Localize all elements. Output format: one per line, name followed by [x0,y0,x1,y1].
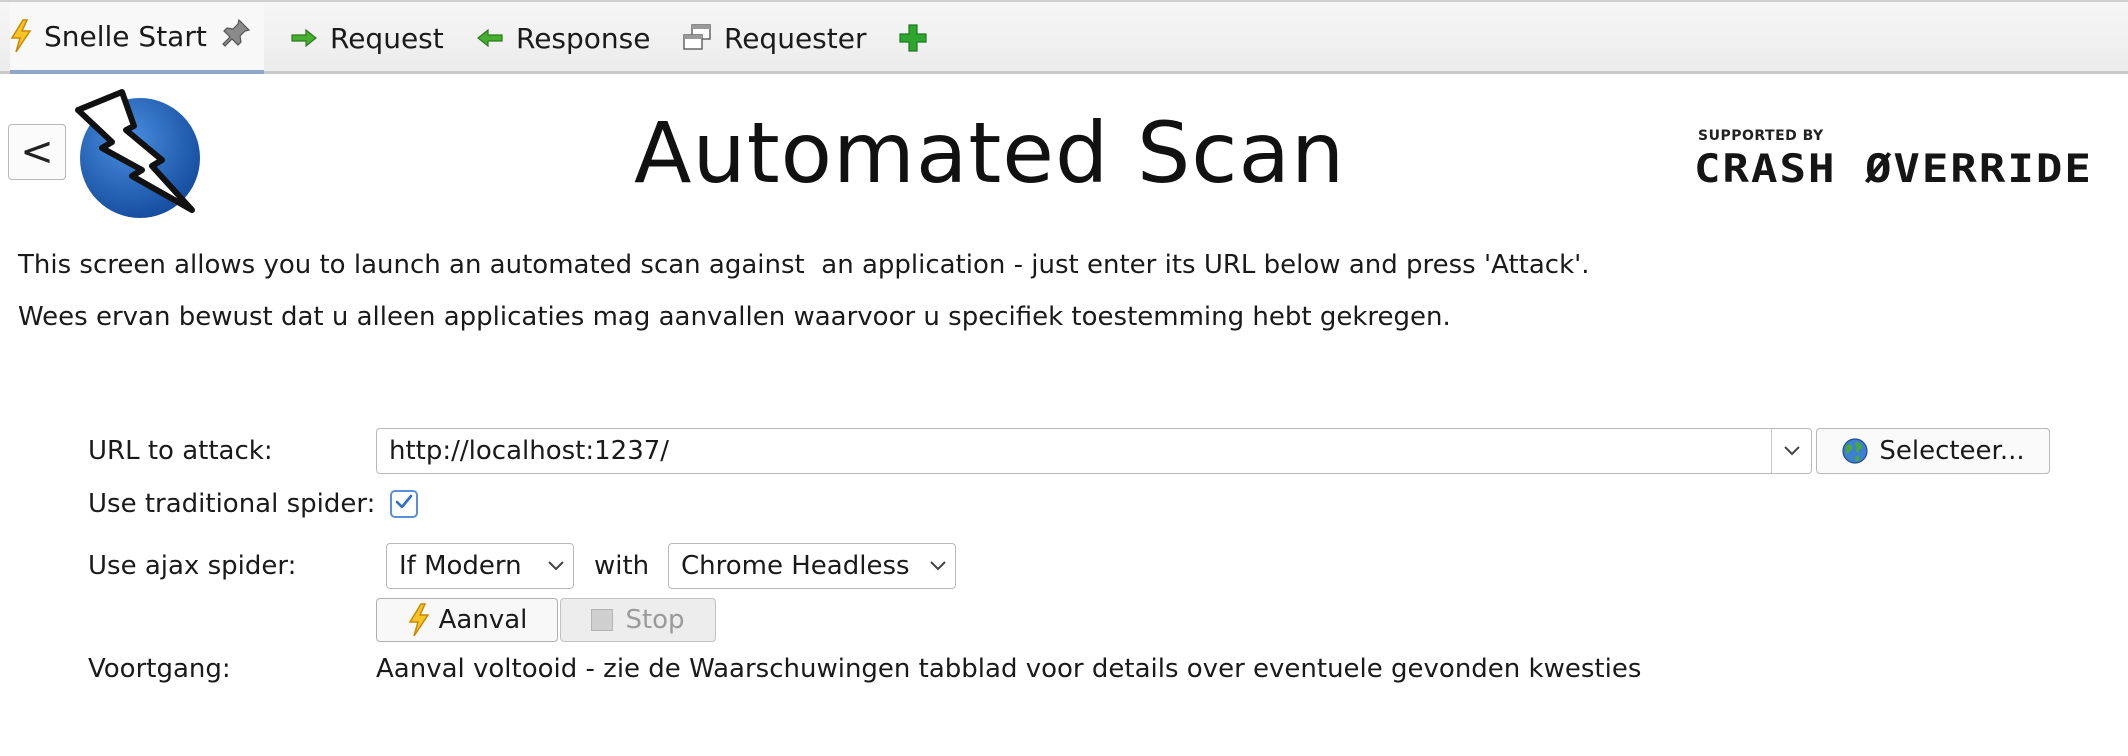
stop-icon [591,609,614,631]
arrow-left-icon [476,28,504,48]
select-label: Selecteer... [1879,436,2025,466]
tab-requester[interactable]: Requester [682,2,866,74]
chevron-down-icon [921,560,955,572]
intro-text: This screen allows you to launch an auto… [18,250,1590,280]
url-history-dropdown[interactable] [1771,429,1811,473]
url-combo [376,428,1812,474]
sponsor-logo: CRASH ØVERRIDE [1694,146,2093,192]
traditional-spider-checkbox[interactable] [390,490,418,518]
stop-label: Stop [625,605,685,635]
arrow-right-icon [290,28,318,48]
plus-icon [898,23,928,53]
attack-label: Aanval [438,605,528,635]
pin-icon[interactable] [221,18,251,55]
select-button[interactable]: Selecteer... [1816,428,2050,474]
traditional-spider-label: Use traditional spider: [88,489,376,519]
supported-by-label: SUPPORTED BY [1698,128,1824,144]
ajax-spider-label: Use ajax spider: [88,551,297,581]
page-title: Automated Scan [634,104,1346,202]
ajax-mode-value: If Modern [399,551,522,581]
progress-status: Aanval voltooid - zie de Waarschuwingen … [376,654,1642,684]
windows-icon [682,23,712,53]
globe-icon [1841,437,1869,465]
chevron-down-icon [1783,442,1801,461]
tab-label: Requester [724,21,867,55]
tab-label: Response [516,21,651,55]
chevron-down-icon [539,560,573,572]
stop-button[interactable]: Stop [560,598,716,642]
warning-text: Wees ervan bewust dat u alleen applicati… [18,302,1451,332]
tab-label: Snelle Start [44,19,207,53]
tab-bar: Snelle Start Request Response Requester [0,0,2128,74]
zap-logo [66,86,200,220]
url-label: URL to attack: [88,436,273,466]
url-input[interactable] [377,429,1771,473]
attack-button[interactable]: Aanval [376,598,558,642]
with-label: with [594,551,650,581]
tab-request[interactable]: Request [290,2,444,74]
add-tab-button[interactable] [898,2,940,74]
progress-label: Voortgang: [88,654,231,684]
tab-response[interactable]: Response [476,2,650,74]
tab-quick-start[interactable]: Snelle Start [10,2,264,74]
browser-value: Chrome Headless [681,551,910,581]
browser-select[interactable]: Chrome Headless [668,543,956,589]
lightning-icon [10,19,32,53]
tab-label: Request [330,21,444,55]
lightning-icon [407,603,431,637]
checkmark-icon [394,493,414,515]
back-button[interactable]: < [8,124,66,180]
ajax-mode-select[interactable]: If Modern [386,543,574,589]
